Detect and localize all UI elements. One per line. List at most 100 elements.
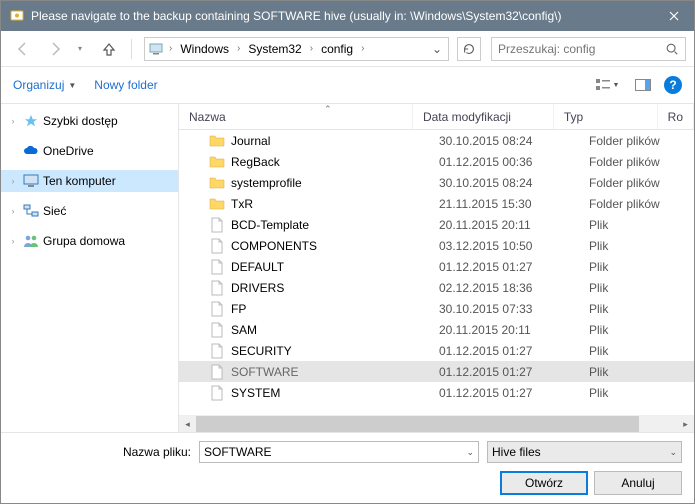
folder-icon [209, 196, 225, 212]
refresh-button[interactable] [457, 37, 481, 61]
view-options[interactable]: ▼ [592, 73, 622, 97]
nav-quick-access[interactable]: › Szybki dostęp [1, 110, 178, 132]
address-dropdown[interactable]: ⌄ [428, 42, 446, 56]
expand-icon[interactable]: › [7, 236, 19, 246]
file-type: Folder plików [579, 197, 689, 211]
file-row[interactable]: SECURITY01.12.2015 01:27Plik [179, 340, 694, 361]
cancel-button[interactable]: Anuluj [594, 471, 682, 495]
command-bar: Organizuj ▼ Nowy folder ▼ ? [1, 67, 694, 103]
address-bar[interactable]: › Windows › System32 › config › ⌄ [144, 37, 449, 61]
forward-button[interactable] [41, 35, 69, 63]
file-row[interactable]: DRIVERS02.12.2015 18:36Plik [179, 277, 694, 298]
nav-label: Sieć [43, 204, 66, 218]
chevron-right-icon[interactable]: › [306, 43, 317, 54]
nav-label: OneDrive [43, 144, 94, 158]
chevron-right-icon[interactable]: › [165, 43, 176, 54]
column-header-type[interactable]: Typ [554, 104, 658, 129]
chevron-down-icon: ▼ [68, 81, 76, 90]
people-icon [23, 233, 39, 249]
folder-icon [209, 133, 225, 149]
nav-homegroup[interactable]: › Grupa domowa [1, 230, 178, 252]
file-date: 03.12.2015 10:50 [429, 239, 579, 253]
file-row[interactable]: COMPONENTS03.12.2015 10:50Plik [179, 235, 694, 256]
file-icon [209, 301, 225, 317]
breadcrumb-item[interactable]: config [317, 38, 357, 60]
organize-label: Organizuj [13, 78, 64, 92]
file-row[interactable]: FP30.10.2015 07:33Plik [179, 298, 694, 319]
file-icon [209, 343, 225, 359]
filename-combobox[interactable]: SOFTWARE ⌄ [199, 441, 479, 463]
file-type: Folder plików [579, 155, 689, 169]
new-folder-button[interactable]: Nowy folder [94, 78, 157, 92]
scroll-track[interactable] [196, 416, 677, 432]
navigation-pane: › Szybki dostęp OneDrive › Ten komputer … [1, 104, 179, 432]
file-date: 02.12.2015 18:36 [429, 281, 579, 295]
breadcrumb-item[interactable]: Windows [176, 38, 233, 60]
column-header-size[interactable]: Ro [658, 104, 694, 129]
file-row[interactable]: TxR21.11.2015 15:30Folder plików [179, 193, 694, 214]
file-type: Folder plików [579, 134, 689, 148]
file-type: Plik [579, 302, 689, 316]
file-type: Plik [579, 386, 689, 400]
file-row[interactable]: systemprofile30.10.2015 08:24Folder plik… [179, 172, 694, 193]
file-name: FP [231, 302, 246, 316]
search-box[interactable] [491, 37, 686, 61]
scroll-right-icon[interactable]: ▸ [677, 416, 694, 432]
file-icon [209, 259, 225, 275]
file-row[interactable]: Journal30.10.2015 08:24Folder plików [179, 130, 694, 151]
separator [131, 39, 132, 59]
organize-menu[interactable]: Organizuj ▼ [13, 78, 76, 92]
column-header-date[interactable]: Data modyfikacji [413, 104, 554, 129]
nav-onedrive[interactable]: OneDrive [1, 140, 178, 162]
scroll-left-icon[interactable]: ◂ [179, 416, 196, 432]
file-name: SOFTWARE [231, 365, 299, 379]
close-button[interactable] [654, 1, 694, 31]
file-row[interactable]: SOFTWARE01.12.2015 01:27Plik [179, 361, 694, 382]
scroll-thumb[interactable] [196, 416, 639, 432]
file-date: 20.11.2015 20:11 [429, 218, 579, 232]
horizontal-scrollbar[interactable]: ◂ ▸ [179, 415, 694, 432]
search-icon[interactable] [665, 42, 679, 56]
file-row[interactable]: SAM20.11.2015 20:11Plik [179, 319, 694, 340]
nav-label: Grupa domowa [43, 234, 125, 248]
file-name: Journal [231, 134, 270, 148]
file-row[interactable]: SYSTEM01.12.2015 01:27Plik [179, 382, 694, 403]
file-row[interactable]: DEFAULT01.12.2015 01:27Plik [179, 256, 694, 277]
back-button[interactable] [9, 35, 37, 63]
file-list[interactable]: Journal30.10.2015 08:24Folder plikówRegB… [179, 130, 694, 415]
chevron-right-icon[interactable]: › [233, 43, 244, 54]
preview-pane-toggle[interactable] [628, 73, 658, 97]
chevron-down-icon[interactable]: ⌄ [466, 447, 474, 458]
expand-icon[interactable]: › [7, 206, 19, 216]
file-type: Plik [579, 323, 689, 337]
up-button[interactable] [95, 35, 123, 63]
file-date: 01.12.2015 01:27 [429, 260, 579, 274]
sort-indicator-icon: ⌃ [324, 104, 332, 115]
expand-icon[interactable]: › [7, 176, 19, 186]
file-name: systemprofile [231, 176, 302, 190]
network-icon [23, 203, 39, 219]
open-button[interactable]: Otwórz [500, 471, 588, 495]
breadcrumb-item[interactable]: System32 [244, 38, 305, 60]
file-name: BCD-Template [231, 218, 309, 232]
filetype-filter[interactable]: Hive files ⌄ [487, 441, 682, 463]
file-row[interactable]: BCD-Template20.11.2015 20:11Plik [179, 214, 694, 235]
file-row[interactable]: RegBack01.12.2015 00:36Folder plików [179, 151, 694, 172]
file-icon [209, 364, 225, 380]
nav-network[interactable]: › Sieć [1, 200, 178, 222]
chevron-right-icon[interactable]: › [357, 43, 368, 54]
recent-dropdown[interactable]: ▾ [73, 35, 87, 63]
help-button[interactable]: ? [664, 76, 682, 94]
file-name: COMPONENTS [231, 239, 317, 253]
navigation-bar: ▾ › Windows › System32 › config › ⌄ [1, 31, 694, 67]
chevron-down-icon[interactable]: ⌄ [669, 447, 677, 458]
column-header-name[interactable]: Nazwa [179, 104, 413, 129]
expand-icon[interactable]: › [7, 116, 19, 126]
file-name: SYSTEM [231, 386, 280, 400]
filename-value: SOFTWARE [204, 445, 466, 459]
folder-icon [209, 175, 225, 191]
search-input[interactable] [498, 42, 665, 56]
nav-this-pc[interactable]: › Ten komputer [1, 170, 178, 192]
folder-icon [209, 154, 225, 170]
bottom-panel: Nazwa pliku: SOFTWARE ⌄ Hive files ⌄ Otw… [1, 432, 694, 503]
